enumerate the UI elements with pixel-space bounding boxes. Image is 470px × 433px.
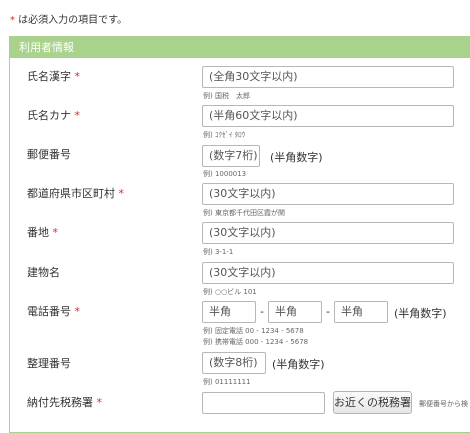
- ref-number-suffix: (半角数字): [272, 358, 325, 371]
- required-mark: *: [74, 109, 81, 122]
- ref-number-hint: 例) 01111111: [203, 378, 251, 386]
- name-kana-label: 氏名カナ *: [27, 109, 81, 122]
- building-label: 建物名: [27, 266, 60, 279]
- required-notice: * は必須入力の項目です。: [10, 11, 127, 26]
- section-title: 利用者情報: [10, 37, 470, 58]
- phone-separator: -: [260, 305, 264, 318]
- nearby-tax-office-button[interactable]: お近くの税務署: [333, 391, 412, 414]
- phone-suffix: (半角数字): [394, 307, 447, 320]
- name-kanji-label: 氏名漢字 *: [27, 70, 81, 83]
- building-input[interactable]: (30文字以内): [202, 262, 454, 284]
- tax-office-input[interactable]: [202, 392, 325, 414]
- postal-hint: 例) 1000013: [203, 170, 247, 178]
- required-mark: *: [118, 187, 125, 200]
- required-notice-text: は必須入力の項目です。: [15, 15, 128, 26]
- required-mark: *: [96, 396, 103, 409]
- prefecture-city-input[interactable]: (30文字以内): [202, 183, 454, 205]
- name-kanji-hint: 例) 国税 太郎: [203, 92, 250, 100]
- prefecture-city-hint: 例) 東京都千代田区霞が関: [203, 209, 285, 217]
- required-mark: *: [74, 70, 81, 83]
- postal-input[interactable]: (数字7桁): [202, 145, 260, 167]
- postal-suffix: (半角数字): [270, 151, 323, 164]
- ref-number-input[interactable]: (数字8桁): [202, 352, 266, 374]
- address-hint: 例) 3-1-1: [203, 248, 234, 256]
- phone-input-3[interactable]: 半角: [334, 301, 388, 323]
- address-label: 番地 *: [27, 226, 59, 239]
- postal-label: 郵便番号: [27, 148, 71, 161]
- address-input[interactable]: (30文字以内): [202, 222, 454, 244]
- phone-label: 電話番号 *: [27, 305, 81, 318]
- tax-office-side-note: 郵便番号から検: [419, 400, 468, 408]
- name-kana-hint: 例) ｺｸｾﾞｲ ﾀﾛｳ: [203, 131, 246, 139]
- prefecture-city-label: 都道府県市区町村 *: [27, 187, 125, 200]
- name-kanji-input[interactable]: (全角30文字以内): [202, 66, 454, 88]
- phone-separator: -: [326, 305, 330, 318]
- required-mark: *: [52, 226, 59, 239]
- name-kana-input[interactable]: (半角60文字以内): [202, 105, 454, 127]
- building-hint: 例) ○○ビル 101: [203, 288, 257, 296]
- tax-office-label: 納付先税務署 *: [27, 396, 103, 409]
- phone-hint-mobile: 例) 携帯電話 000 - 1234 - 5678: [203, 338, 309, 346]
- ref-number-label: 整理番号: [27, 357, 71, 370]
- phone-hint-landline: 例) 固定電話 00 - 1234 - 5678: [203, 327, 304, 335]
- phone-input-1[interactable]: 半角: [202, 301, 256, 323]
- phone-input-2[interactable]: 半角: [268, 301, 322, 323]
- required-mark: *: [74, 305, 81, 318]
